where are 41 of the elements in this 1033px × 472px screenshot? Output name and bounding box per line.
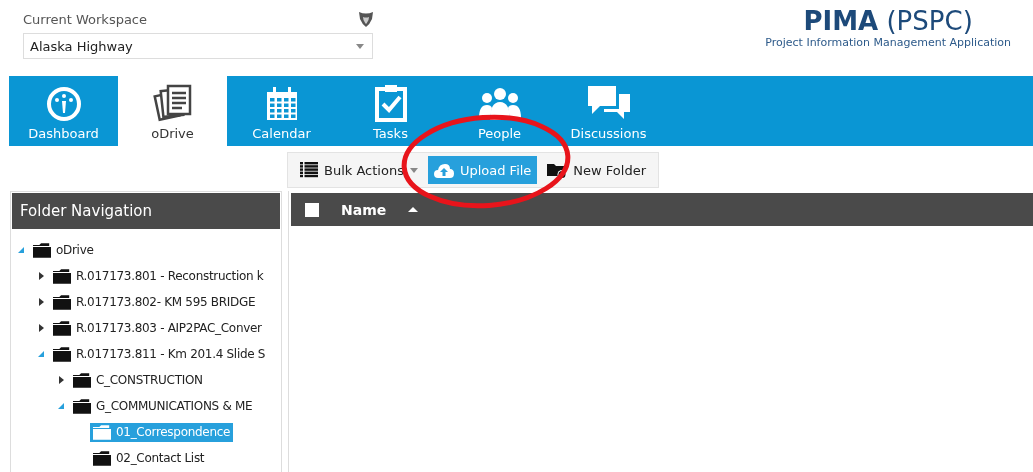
folder-plus-icon	[547, 161, 568, 179]
toolbar-button[interactable]: New Folder	[541, 156, 653, 184]
gauge-icon	[45, 86, 82, 122]
folder-icon	[53, 294, 71, 310]
column-header[interactable]: Name	[335, 200, 393, 219]
folder-item[interactable]: C_CONSTRUCTION	[70, 370, 206, 390]
folder-item[interactable]: R.017173.802- KM 595 BRIDGE	[50, 292, 259, 312]
expand-arrow-icon[interactable]	[38, 324, 44, 332]
folder-icon	[93, 450, 111, 466]
nav-tab[interactable]: oDrive	[118, 76, 227, 146]
folder-item[interactable]: G_COMMUNICATIONS & ME	[70, 396, 256, 416]
shield-icon	[359, 11, 373, 27]
app-logo-title: PIMA (PSPC)	[802, 6, 974, 36]
folder-item[interactable]: R.017173.811 - Km 201.4 Slide S	[50, 344, 269, 364]
documents-icon	[152, 84, 193, 122]
caret-icon	[356, 43, 364, 49]
workspace-dropdown[interactable]: Alaska Highway	[23, 33, 373, 59]
toolbar-button[interactable]: Bulk Actions	[294, 156, 424, 184]
folder-item[interactable]: R.017173.803 - AIP2PAC_Conver	[50, 318, 265, 338]
folder-icon	[33, 242, 51, 258]
calendar-icon	[264, 86, 299, 122]
workspace-label: Current Workspace	[23, 11, 147, 27]
expand-arrow-icon[interactable]	[58, 376, 64, 384]
folder-item[interactable]: R.017173.801 - Reconstruction k	[50, 266, 267, 286]
app-subtitle: Project Information Management Application	[765, 36, 1011, 49]
expand-arrow-icon[interactable]	[38, 298, 44, 306]
clipboard-check-icon	[373, 84, 408, 122]
list-icon	[300, 162, 318, 178]
folder-icon	[53, 346, 71, 362]
cloud-upload-icon	[433, 162, 454, 178]
caret-icon	[409, 167, 418, 173]
folder-item[interactable]: 02_Contact List	[90, 448, 208, 468]
folder-icon	[73, 372, 91, 388]
folder-icon	[53, 268, 71, 284]
folder-item[interactable]: oDrive	[30, 240, 97, 260]
folder-icon	[93, 424, 111, 440]
panel-title: Folder Navigation	[12, 193, 280, 229]
folder-icon	[73, 398, 91, 414]
select-all-checkbox[interactable]	[305, 202, 319, 217]
expand-arrow-icon[interactable]	[38, 272, 44, 280]
folder-icon	[53, 320, 71, 336]
